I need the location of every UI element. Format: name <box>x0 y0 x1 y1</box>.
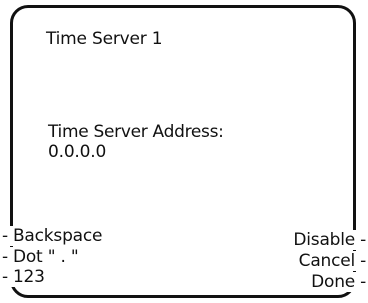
softkey-dot[interactable]: - Dot " . " <box>2 247 79 267</box>
screen-title: Time Server 1 <box>46 29 163 49</box>
softkey-done[interactable]: Done - <box>311 272 366 292</box>
softkey-cancel[interactable]: Cancel - <box>298 251 366 271</box>
softkey-label: Dot " . " <box>12 247 79 267</box>
softkey-dash: - <box>2 267 8 287</box>
softkey-label: Backspace <box>12 226 103 246</box>
softkey-disable[interactable]: Disable - <box>293 230 366 250</box>
softkey-dash: - <box>360 272 366 292</box>
softkey-123[interactable]: - 123 <box>2 267 45 287</box>
softkey-label: Cancel <box>298 251 356 271</box>
softkey-dash: - <box>360 230 366 250</box>
softkey-label: Disable <box>293 230 356 250</box>
softkey-dash: - <box>360 251 366 271</box>
time-server-address-field[interactable]: 0.0.0.0 <box>48 142 106 162</box>
softkey-dash: - <box>2 226 8 246</box>
softkey-label: 123 <box>12 267 45 287</box>
softkey-label: Done <box>311 272 356 292</box>
softkey-backspace[interactable]: - Backspace <box>2 226 102 246</box>
time-server-address-label: Time Server Address: <box>48 122 224 142</box>
softkey-dash: - <box>2 247 8 267</box>
